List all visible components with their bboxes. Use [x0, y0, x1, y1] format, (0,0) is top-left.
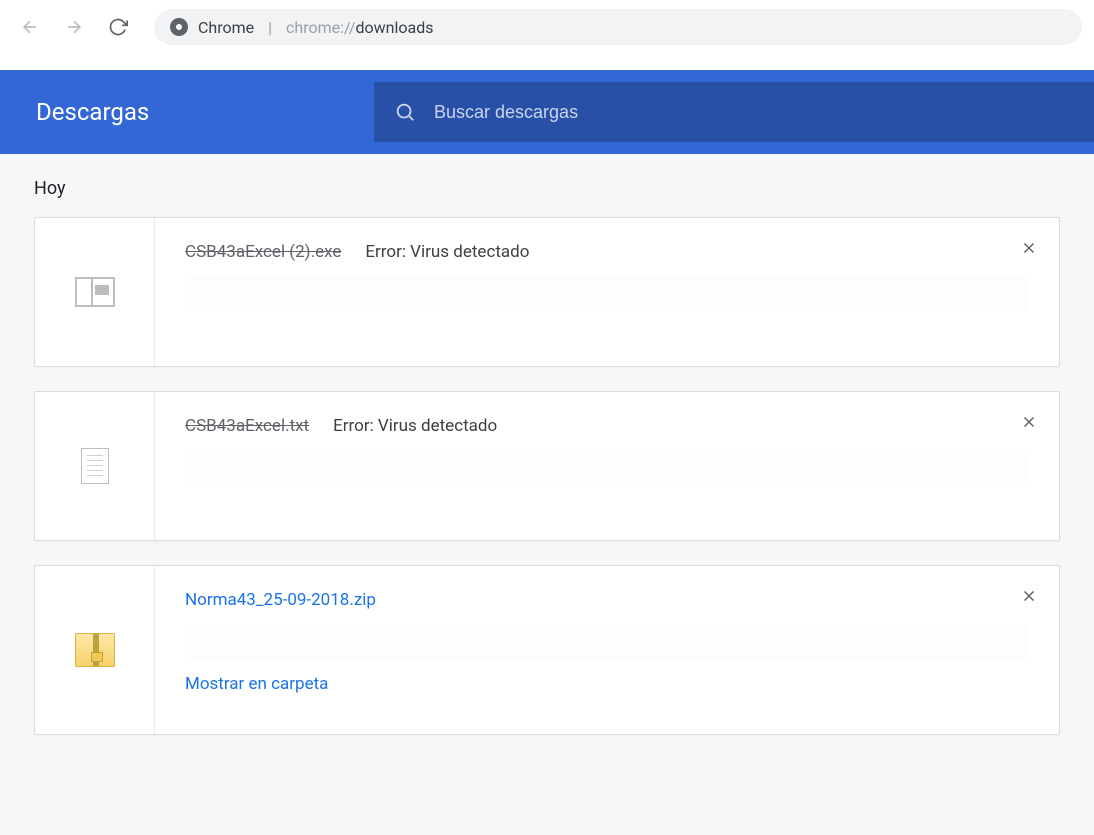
download-action-row: Mostrar en carpeta: [185, 674, 1029, 694]
address-bar[interactable]: Chrome | chrome://downloads: [154, 9, 1082, 45]
download-status: Error: Virus detectado: [333, 416, 497, 436]
download-card: Norma43_25-09-2018.zip Mostrar en carpet…: [34, 565, 1060, 735]
chrome-icon: [170, 18, 188, 36]
remove-download-button[interactable]: [1013, 232, 1045, 264]
page-title: Descargas: [36, 98, 149, 126]
close-icon: [1020, 239, 1038, 257]
download-filename: CSB43aExcel (2).exe: [185, 242, 341, 262]
download-card-body: Norma43_25-09-2018.zip Mostrar en carpet…: [155, 566, 1059, 734]
browser-label: Chrome: [198, 18, 254, 37]
browser-nav-bar: Chrome | chrome://downloads: [0, 0, 1094, 54]
download-detail-area: [185, 624, 1029, 660]
search-input[interactable]: [434, 102, 1074, 123]
zip-file-icon: [75, 633, 115, 667]
download-icon-col: [35, 218, 155, 366]
arrow-right-icon: [64, 17, 84, 37]
back-button[interactable]: [12, 9, 48, 45]
download-title-row: Norma43_25-09-2018.zip: [185, 590, 1029, 610]
download-status: Error: Virus detectado: [365, 242, 529, 262]
download-title-row: CSB43aExcel (2).exe Error: Virus detecta…: [185, 242, 1029, 262]
search-icon: [394, 101, 416, 123]
close-icon: [1020, 587, 1038, 605]
url-prefix: chrome://: [286, 18, 355, 37]
download-filename[interactable]: Norma43_25-09-2018.zip: [185, 590, 376, 610]
url-path: downloads: [355, 18, 433, 37]
download-card-body: CSB43aExcel.txt Error: Virus detectado: [155, 392, 1059, 540]
download-card: CSB43aExcel (2).exe Error: Virus detecta…: [34, 217, 1060, 367]
remove-download-button[interactable]: [1013, 406, 1045, 438]
remove-download-button[interactable]: [1013, 580, 1045, 612]
download-detail-area: [185, 450, 1029, 486]
reload-button[interactable]: [100, 9, 136, 45]
download-filename: CSB43aExcel.txt: [185, 416, 309, 436]
arrow-left-icon: [20, 17, 40, 37]
search-container: [374, 82, 1094, 142]
address-separator: |: [264, 18, 276, 37]
page-header: Descargas: [0, 70, 1094, 154]
reload-icon: [108, 17, 128, 37]
exe-file-icon: [75, 277, 115, 307]
forward-button[interactable]: [56, 9, 92, 45]
download-icon-col: [35, 392, 155, 540]
download-card-body: CSB43aExcel (2).exe Error: Virus detecta…: [155, 218, 1059, 366]
downloads-content: Hoy CSB43aExcel (2).exe Error: Virus det…: [0, 154, 1094, 835]
download-card: CSB43aExcel.txt Error: Virus detectado: [34, 391, 1060, 541]
download-title-row: CSB43aExcel.txt Error: Virus detectado: [185, 416, 1029, 436]
download-icon-col: [35, 566, 155, 734]
close-icon: [1020, 413, 1038, 431]
section-day-label: Hoy: [34, 178, 1060, 199]
txt-file-icon: [81, 448, 109, 484]
show-in-folder-link[interactable]: Mostrar en carpeta: [185, 674, 328, 694]
download-detail-area: [185, 276, 1029, 312]
